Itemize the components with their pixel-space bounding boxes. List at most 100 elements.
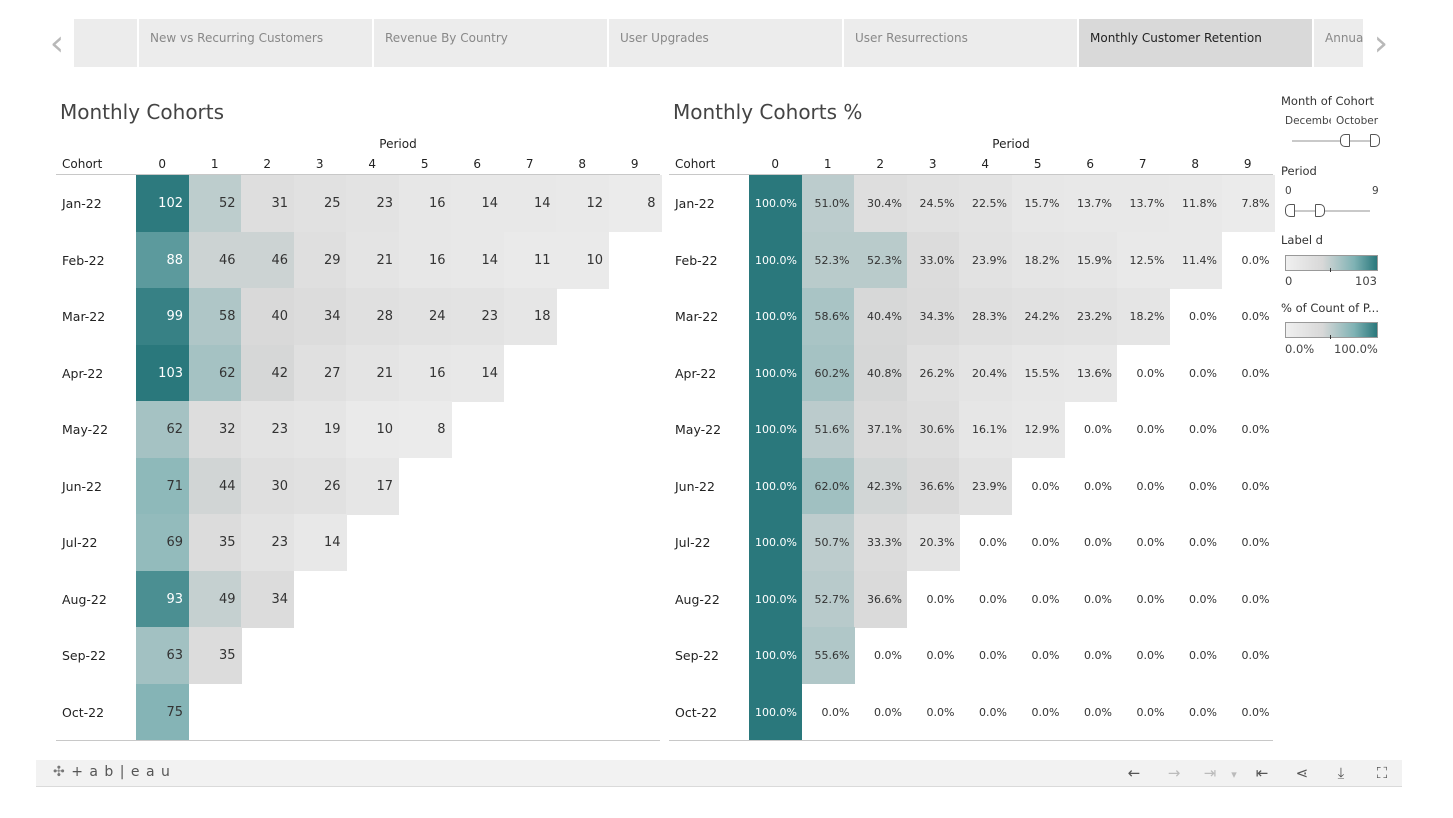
heatmap-cell[interactable]: 0.0%	[907, 627, 960, 684]
heatmap-cell[interactable]: 14	[451, 175, 504, 232]
heatmap-cell[interactable]: 21	[346, 231, 399, 289]
heatmap-cell[interactable]: 0.0%	[1064, 458, 1117, 515]
heatmap-cell[interactable]: 62	[188, 344, 242, 402]
heatmap-cell[interactable]: 23.9%	[959, 231, 1012, 289]
heatmap-cell[interactable]: 0.0%	[959, 571, 1012, 628]
heatmap-cell[interactable]: 0.0%	[1064, 571, 1117, 628]
heatmap-cell[interactable]: 0.0%	[1117, 401, 1170, 458]
heatmap-cell[interactable]: 0.0%	[1222, 571, 1275, 628]
heatmap-cell[interactable]: 99	[136, 288, 189, 345]
heatmap-cell[interactable]: 69	[136, 514, 189, 571]
heatmap-cell[interactable]: 0.0%	[1222, 288, 1275, 345]
heatmap-cell[interactable]: 49	[188, 570, 242, 628]
heatmap-cell[interactable]: 24.5%	[906, 175, 960, 232]
heatmap-cell[interactable]: 40.8%	[854, 344, 907, 402]
revert-menu-button[interactable]: ▾	[1222, 760, 1246, 786]
heatmap-cell[interactable]: 24	[398, 288, 452, 345]
heatmap-cell[interactable]: 46	[241, 231, 294, 289]
heatmap-cell[interactable]: 0.0%	[1222, 627, 1275, 684]
heatmap-cell[interactable]: 0.0%	[1117, 571, 1170, 628]
heatmap-cell[interactable]: 23	[346, 175, 399, 232]
heatmap-cell[interactable]: 42.3%	[854, 457, 907, 515]
heatmap-cell[interactable]: 16	[398, 231, 452, 289]
heatmap-cell[interactable]: 23	[451, 288, 504, 345]
fullscreen-button[interactable]: ⛶	[1370, 760, 1394, 786]
heatmap-cell[interactable]: 26	[293, 457, 347, 515]
heatmap-cell[interactable]: 12.5%	[1116, 231, 1170, 289]
heatmap-cell[interactable]: 55.6%	[801, 627, 855, 684]
heatmap-cell[interactable]: 8	[398, 401, 452, 458]
heatmap-cell[interactable]: 25	[293, 175, 347, 232]
heatmap-cell[interactable]: 27	[293, 344, 347, 402]
heatmap-cell[interactable]: 0.0%	[802, 684, 855, 741]
heatmap-cell[interactable]: 30.4%	[854, 175, 907, 232]
heatmap-cell[interactable]: 12.9%	[1011, 401, 1065, 458]
heatmap-cell[interactable]: 100.0%	[749, 514, 802, 571]
heatmap-cell[interactable]: 35	[188, 627, 242, 684]
heatmap-cell[interactable]: 0.0%	[907, 684, 960, 741]
heatmap-cell[interactable]: 63	[136, 627, 189, 684]
heatmap-cell[interactable]: 37.1%	[854, 401, 907, 458]
heatmap-cell[interactable]: 50.7%	[801, 514, 855, 571]
heatmap-cell[interactable]: 11.4%	[1169, 231, 1222, 289]
heatmap-cell[interactable]: 34	[293, 288, 347, 345]
heatmap-cell[interactable]: 46	[188, 231, 242, 289]
share-button[interactable]: ⋖	[1290, 760, 1314, 786]
heatmap-cell[interactable]: 13.7%	[1116, 175, 1170, 232]
heatmap-cell[interactable]: 24.2%	[1011, 288, 1065, 345]
heatmap-cell[interactable]: 0.0%	[1222, 232, 1275, 289]
heatmap-cell[interactable]: 20.4%	[959, 344, 1012, 402]
heatmap-cell[interactable]: 29	[293, 231, 347, 289]
heatmap-cell[interactable]: 58.6%	[801, 288, 855, 345]
period-end-handle[interactable]	[1315, 204, 1325, 217]
tab-user-resurrections[interactable]: User Resurrections	[844, 19, 1079, 67]
heatmap-cell[interactable]: 23.9%	[959, 457, 1012, 515]
heatmap-cell[interactable]: 100.0%	[749, 288, 802, 345]
heatmap-cell[interactable]: 0.0%	[1169, 627, 1222, 684]
heatmap-cell[interactable]: 75	[136, 683, 189, 741]
heatmap-cell[interactable]: 0.0%	[1169, 345, 1222, 402]
heatmap-cell[interactable]: 0.0%	[1169, 514, 1222, 571]
heatmap-cell[interactable]: 52.3%	[801, 231, 855, 289]
heatmap-cell[interactable]: 0.0%	[1064, 684, 1117, 741]
next-tab-button[interactable]: ›	[1366, 22, 1396, 66]
heatmap-cell[interactable]: 26.2%	[906, 344, 960, 402]
month-of-cohort-slider[interactable]	[1292, 140, 1378, 142]
heatmap-cell[interactable]: 0.0%	[1169, 458, 1222, 515]
heatmap-cell[interactable]: 11	[503, 231, 557, 289]
heatmap-cell[interactable]: 12	[556, 175, 609, 232]
heatmap-cell[interactable]: 100.0%	[749, 457, 802, 515]
heatmap-cell[interactable]: 34	[241, 570, 294, 628]
heatmap-cell[interactable]: 0.0%	[854, 684, 907, 741]
heatmap-cell[interactable]: 52.7%	[801, 570, 855, 628]
heatmap-cell[interactable]: 11.8%	[1169, 175, 1222, 232]
heatmap-cell[interactable]: 0.0%	[1064, 627, 1117, 684]
heatmap-cell[interactable]: 14	[503, 175, 557, 232]
heatmap-cell[interactable]: 13.6%	[1064, 344, 1117, 402]
heatmap-cell[interactable]: 23	[241, 401, 294, 458]
heatmap-cell[interactable]: 0.0%	[1012, 458, 1065, 515]
heatmap-cell[interactable]: 36.6%	[906, 457, 960, 515]
heatmap-cell[interactable]: 20.3%	[906, 514, 960, 571]
heatmap-cell[interactable]: 16	[398, 344, 452, 402]
heatmap-cell[interactable]: 22.5%	[959, 175, 1012, 232]
period-start-handle[interactable]	[1285, 204, 1295, 217]
heatmap-cell[interactable]: 31	[241, 175, 294, 232]
heatmap-cell[interactable]: 100.0%	[749, 231, 802, 289]
heatmap-cell[interactable]: 0.0%	[1222, 514, 1275, 571]
heatmap-cell[interactable]: 0.0%	[854, 627, 907, 684]
heatmap-cell[interactable]: 21	[346, 344, 399, 402]
heatmap-cell[interactable]: 10	[346, 401, 399, 458]
heatmap-cell[interactable]: 30.6%	[906, 401, 960, 458]
heatmap-cell[interactable]: 93	[136, 570, 189, 628]
heatmap-cell[interactable]: 7.8%	[1221, 175, 1275, 232]
heatmap-cell[interactable]: 34.3%	[906, 288, 960, 345]
heatmap-cell[interactable]: 0.0%	[1117, 458, 1170, 515]
heatmap-cell[interactable]: 13.7%	[1064, 175, 1117, 232]
heatmap-cell[interactable]: 17	[346, 457, 399, 515]
heatmap-cell[interactable]: 0.0%	[1117, 684, 1170, 741]
heatmap-cell[interactable]: 33.3%	[854, 514, 907, 571]
heatmap-cell[interactable]: 33.0%	[906, 231, 960, 289]
heatmap-cell[interactable]: 0.0%	[1117, 345, 1170, 402]
heatmap-cell[interactable]: 14	[293, 514, 347, 571]
